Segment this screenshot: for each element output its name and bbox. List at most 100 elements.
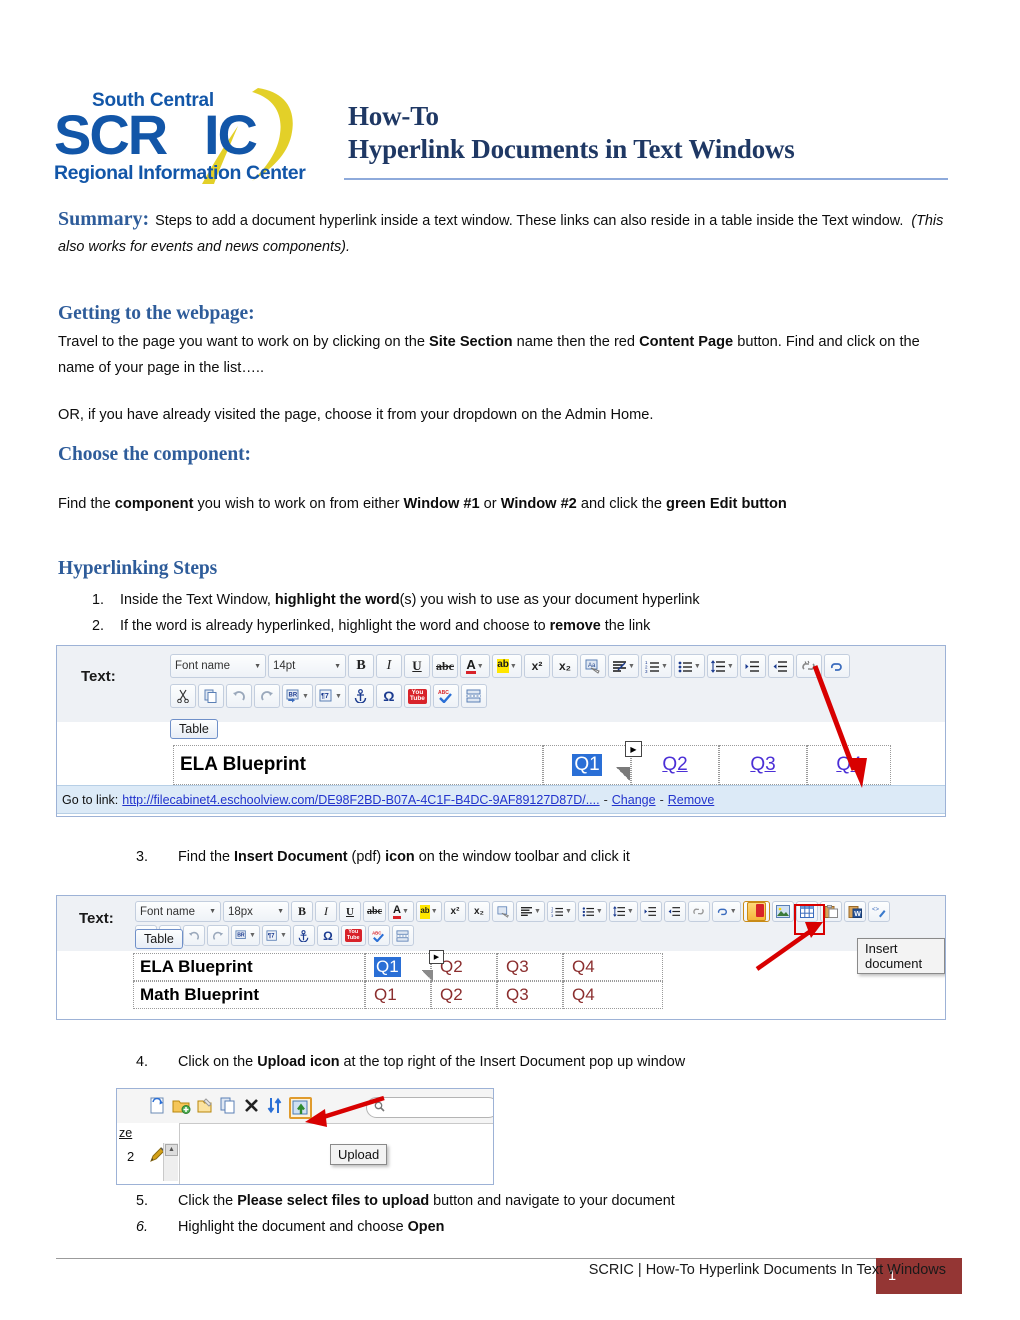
insert-image-icon[interactable] — [771, 901, 794, 922]
rename-icon[interactable] — [197, 1097, 214, 1119]
anchor-icon-2[interactable] — [292, 925, 315, 946]
q3-link[interactable]: Q3 — [750, 754, 775, 776]
cell-r2-q1[interactable]: Q1 — [365, 981, 431, 1009]
clean-html-icon[interactable]: <> — [867, 901, 890, 922]
delete-icon[interactable] — [243, 1097, 260, 1119]
upload-icon[interactable] — [289, 1097, 312, 1119]
bullet-list-icon[interactable]: ▼ — [673, 654, 705, 678]
table-button-2[interactable]: Table — [135, 929, 183, 949]
insert-template-icon-2[interactable]: ¶7 ▼ — [261, 925, 291, 946]
cell-r1-q4[interactable]: Q4 — [563, 953, 663, 981]
insert-document-pdf-icon[interactable] — [742, 901, 770, 922]
underline-icon-2[interactable]: U — [339, 901, 361, 922]
alignment-icon[interactable]: ▼ — [608, 654, 639, 678]
font-name-select-2[interactable]: Font name ▼ — [135, 901, 221, 922]
cell-q2[interactable]: Q2 — [631, 745, 719, 785]
q4-link[interactable]: Q4 — [836, 754, 861, 776]
highlight-color-icon[interactable]: ab ▼ — [492, 654, 522, 678]
subscript-icon[interactable]: x₂ — [552, 654, 578, 678]
youtube-icon[interactable]: You Tube — [403, 684, 431, 708]
page-break-icon-2[interactable] — [391, 925, 414, 946]
spellcheck-icon-2[interactable]: ABC — [367, 925, 390, 946]
outdent-icon-2[interactable] — [663, 901, 686, 922]
cell-math-blueprint[interactable]: Math Blueprint — [133, 981, 365, 1009]
remove-format-icon[interactable]: Aa — [580, 654, 606, 678]
paste-word-icon[interactable]: W — [843, 901, 866, 922]
cell-r1-q3[interactable]: Q3 — [497, 953, 563, 981]
alignment-icon-2[interactable]: ▼ — [516, 901, 545, 922]
move-icon[interactable] — [266, 1097, 283, 1119]
font-size-select-2[interactable]: 18px ▼ — [223, 901, 289, 922]
screenshot2-toolbar-row-1: Font name ▼ 18px ▼ B I U abc A ▼ ab ▼ x² x₂ … — [135, 901, 890, 922]
paste-special-icon-2[interactable]: BR ▼ — [231, 925, 260, 946]
copy-icon[interactable] — [198, 684, 224, 708]
unlink-icon-2[interactable] — [687, 901, 710, 922]
cell-resize-handle-2[interactable] — [421, 970, 433, 981]
superscript-icon-2[interactable]: x² — [444, 901, 466, 922]
font-color-icon-2[interactable]: A ▼ — [388, 901, 414, 922]
step-1-highlight: highlight the word — [274, 592, 400, 608]
scroll-up-arrow-icon[interactable]: ▲ — [165, 1144, 178, 1156]
undo-icon-2[interactable] — [183, 925, 205, 946]
cell-context-marker-icon[interactable]: ▶ — [625, 741, 642, 757]
italic-icon-2[interactable]: I — [315, 901, 337, 922]
font-name-select[interactable]: Font name ▼ — [170, 654, 266, 678]
copy-icon-3[interactable] — [220, 1097, 237, 1119]
bullet-list-icon-2[interactable]: ▼ — [577, 901, 607, 922]
remove-format-icon-2[interactable] — [492, 901, 514, 922]
scrollbar-track[interactable]: ▲ — [163, 1143, 178, 1181]
undo-icon[interactable] — [226, 684, 252, 708]
cell-r2-q2[interactable]: Q2 — [431, 981, 497, 1009]
cell-q3[interactable]: Q3 — [719, 745, 807, 785]
bold-icon[interactable]: B — [348, 654, 374, 678]
change-link[interactable]: Change — [612, 793, 656, 807]
cell-context-marker-icon-2[interactable]: ▶ — [429, 950, 444, 964]
redo-icon-2[interactable] — [207, 925, 229, 946]
indent-icon[interactable] — [739, 654, 766, 678]
numbered-list-icon[interactable]: 1 2 3 ▼ — [640, 654, 672, 678]
insert-template-icon[interactable]: ¶7 ▼ — [314, 684, 346, 708]
bold-icon-2[interactable]: B — [291, 901, 313, 922]
line-spacing-icon[interactable]: ▼ — [706, 654, 738, 678]
italic-icon[interactable]: I — [376, 654, 402, 678]
link-url[interactable]: http://filecabinet4.eschoolview.com/DE98… — [122, 793, 599, 807]
remove-link[interactable]: Remove — [668, 793, 715, 807]
redo-icon[interactable] — [254, 684, 280, 708]
strikethrough-icon[interactable]: abc — [432, 654, 458, 678]
spellcheck-icon[interactable]: ABC — [432, 684, 459, 708]
cell-ela-blueprint-2[interactable]: ELA Blueprint — [133, 953, 365, 981]
refresh-icon[interactable] — [149, 1097, 166, 1119]
anchor-icon[interactable] — [347, 684, 374, 708]
q2-link[interactable]: Q2 — [662, 754, 687, 776]
paste-special-icon[interactable]: BR ▼ — [282, 684, 313, 708]
special-character-icon[interactable]: Ω — [375, 684, 402, 708]
indent-icon-2[interactable] — [639, 901, 662, 922]
numbered-list-icon-2[interactable]: 1 2 3 ▼ — [546, 901, 576, 922]
special-character-icon-2[interactable]: Ω — [316, 925, 339, 946]
font-color-icon[interactable]: A ▼ — [460, 654, 490, 678]
link-icon-2[interactable]: ▼ — [711, 901, 741, 922]
link-icon[interactable] — [823, 654, 850, 678]
subscript-icon-2[interactable]: x₂ — [468, 901, 490, 922]
underline-icon[interactable]: U — [404, 654, 430, 678]
font-size-select[interactable]: 14pt ▼ — [268, 654, 346, 678]
table-button-1[interactable]: Table — [170, 719, 218, 739]
cell-r2-q4[interactable]: Q4 — [563, 981, 663, 1009]
outdent-icon[interactable] — [767, 654, 794, 678]
font-name-value-2: Font name — [140, 905, 195, 918]
cut-icon[interactable] — [170, 684, 196, 708]
cell-ela-blueprint[interactable]: ELA Blueprint — [173, 745, 543, 785]
superscript-icon[interactable]: x² — [524, 654, 550, 678]
cell-q4[interactable]: Q4 — [807, 745, 891, 785]
unlink-icon[interactable] — [795, 654, 822, 678]
search-input[interactable] — [366, 1097, 493, 1118]
page-break-icon[interactable] — [460, 684, 487, 708]
cell-r2-q3[interactable]: Q3 — [497, 981, 563, 1009]
new-folder-icon[interactable] — [172, 1097, 191, 1119]
youtube-icon-2[interactable]: You Tube — [340, 925, 366, 946]
line-spacing-icon-2[interactable]: ▼ — [608, 901, 638, 922]
strikethrough-icon-2[interactable]: abc — [363, 901, 386, 922]
highlight-color-icon-2[interactable]: ab ▼ — [416, 901, 442, 922]
screenshot-editor-toolbar-remove-link: Text: Font name ▼ 14pt ▼ B I U abc A ▼ ab ▼ … — [56, 645, 946, 817]
cell-resize-handle[interactable] — [616, 767, 630, 781]
